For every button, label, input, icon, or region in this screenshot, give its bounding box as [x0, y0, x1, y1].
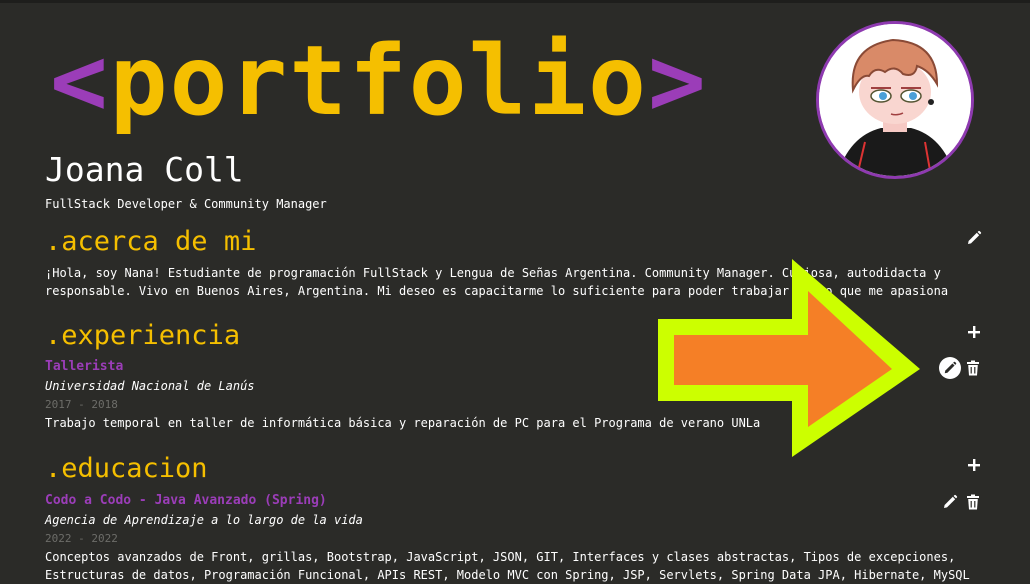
pencil-icon: [944, 494, 958, 508]
education-item-org: Agencia de Aprendizaje a lo largo de la …: [45, 513, 363, 527]
experience-title-text: experiencia: [61, 320, 241, 351]
hero-open-bracket: <: [50, 25, 110, 137]
avatar-illustration: [819, 24, 971, 176]
education-item-description: Conceptos avanzados de Front, grillas, B…: [45, 548, 970, 584]
experience-item-role: Tallerista: [45, 359, 124, 374]
about-title-text: acerca de mi: [61, 226, 257, 257]
add-experience-button[interactable]: [965, 323, 983, 341]
portfolio-hero-title: <portfolio>: [50, 21, 708, 141]
avatar: [816, 21, 974, 179]
pencil-icon: [944, 361, 957, 374]
annotation-arrow: [658, 259, 920, 457]
profile-name: Joana Coll: [45, 150, 244, 189]
education-section-title: .educacion: [45, 453, 208, 484]
plus-icon: [968, 459, 980, 471]
add-education-button[interactable]: [965, 456, 983, 474]
delete-education-button[interactable]: [964, 493, 982, 511]
education-description-line-2: Estructuras de datos, Programación Funci…: [45, 568, 970, 582]
hero-close-bracket: >: [647, 25, 708, 137]
experience-item-org: Universidad Nacional de Lanús: [45, 379, 255, 393]
pencil-icon: [968, 230, 982, 244]
profile-subtitle: FullStack Developer & Community Manager: [45, 197, 327, 211]
plus-icon: [968, 326, 980, 338]
experience-item-dates: 2017 - 2018: [45, 398, 118, 411]
about-section-title: .acerca de mi: [45, 226, 257, 257]
edit-education-button[interactable]: [941, 493, 959, 511]
education-item-dates: 2022 - 2022: [45, 532, 118, 545]
education-item-course: Codo a Codo - Java Avanzado (Spring): [45, 493, 327, 508]
experience-section-title: .experiencia: [45, 320, 241, 351]
edit-about-button[interactable]: [965, 229, 983, 247]
education-description-line-1: Conceptos avanzados de Front, grillas, B…: [45, 550, 956, 564]
education-title-text: educacion: [61, 453, 208, 484]
hero-word: portfolio: [109, 25, 648, 137]
trash-icon: [967, 360, 979, 376]
trash-icon: [967, 494, 979, 510]
delete-experience-button[interactable]: [964, 359, 982, 377]
edit-experience-button[interactable]: [939, 357, 961, 379]
